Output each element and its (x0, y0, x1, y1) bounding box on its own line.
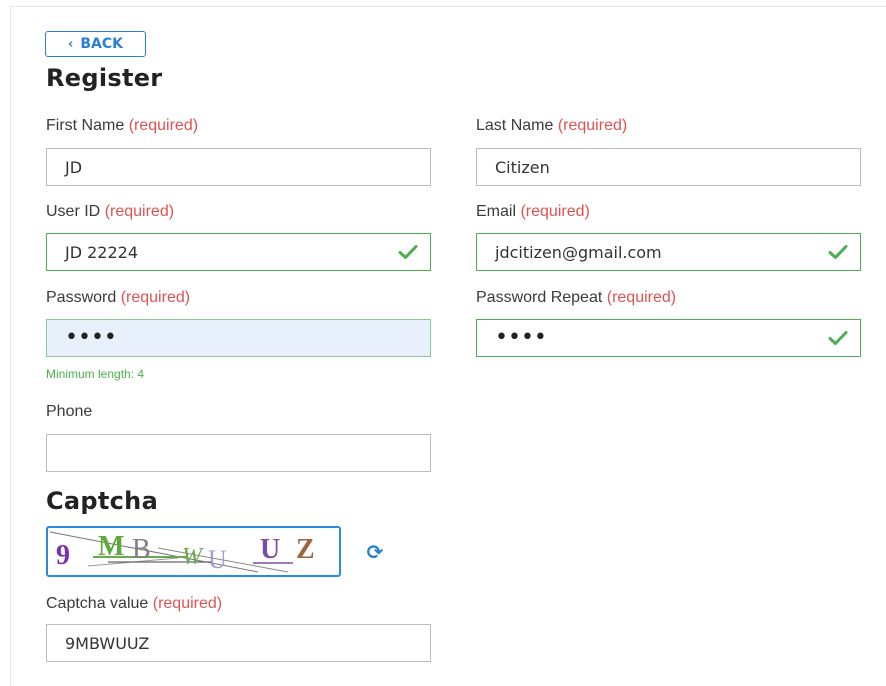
user-id-field[interactable]: JD 22224 (46, 233, 431, 271)
required-marker: (required) (120, 289, 191, 306)
required-marker: (required) (557, 117, 628, 134)
page-title: Register (46, 64, 163, 92)
captcha-char: B (132, 534, 151, 565)
captcha-char: U (260, 534, 280, 565)
required-marker: (required) (104, 203, 175, 220)
captcha-title: Captcha (46, 487, 159, 515)
check-icon (828, 331, 848, 345)
required-marker: (required) (606, 289, 677, 306)
email-field[interactable]: jdcitizen@gmail.com (476, 233, 861, 271)
chevron-left-icon: ‹ (68, 36, 74, 52)
user-id-label: User ID (required) (46, 203, 175, 220)
password-label: Password (required) (46, 289, 191, 306)
captcha-char: M (98, 531, 124, 562)
last-name-label: Last Name (required) (476, 117, 628, 134)
check-icon (398, 245, 418, 259)
captcha-value-field[interactable]: 9MBWUUZ (46, 624, 431, 662)
captcha-char: W (182, 544, 204, 570)
captcha-char: 9 (56, 540, 70, 571)
captcha-graphic: 9 M B W U U Z (49, 531, 315, 574)
refresh-icon[interactable]: ⟳ (360, 540, 390, 564)
password-repeat-field[interactable]: •••• (476, 319, 861, 357)
phone-label: Phone (46, 403, 93, 420)
required-marker: (required) (520, 203, 590, 220)
last-name-field[interactable]: Citizen (476, 148, 861, 186)
password-repeat-label: Password Repeat (required) (476, 289, 677, 306)
captcha-char: Z (296, 534, 315, 565)
back-button[interactable]: ‹ BACK (45, 31, 146, 57)
back-button-label: BACK (80, 36, 123, 52)
captcha-image: 9 M B W U U Z (46, 526, 341, 577)
phone-field[interactable] (46, 434, 431, 472)
required-marker: (required) (152, 595, 223, 612)
email-label: Email (required) (476, 203, 590, 220)
captcha-char: U (208, 545, 227, 574)
required-marker: (required) (128, 117, 199, 134)
first-name-label: First Name (required) (46, 117, 199, 134)
first-name-field[interactable]: JD (46, 148, 431, 186)
check-icon (828, 245, 848, 259)
password-hint: Minimum length: 4 (46, 367, 145, 381)
password-field[interactable]: •••• (46, 319, 431, 357)
captcha-value-label: Captcha value (required) (46, 595, 223, 612)
